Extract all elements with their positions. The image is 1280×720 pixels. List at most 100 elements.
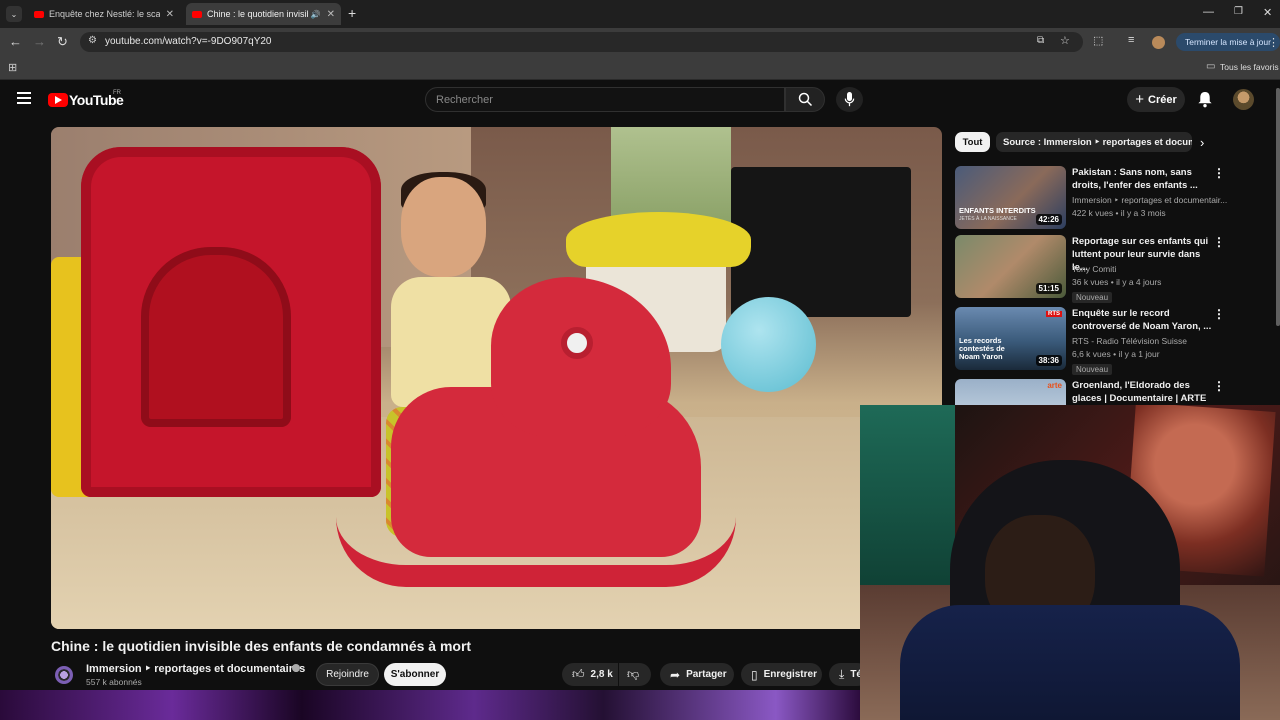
recommendation-channel[interactable]: Immersion ‣ reportages et documentair...	[1072, 195, 1227, 206]
audio-playing-icon[interactable]: 🔊	[311, 10, 321, 19]
like-button[interactable]: 👍︎ 2,8 k	[562, 663, 618, 686]
save-icon: ▯	[751, 667, 758, 682]
rts-logo: RTS	[1046, 311, 1062, 317]
new-tab-icon[interactable]: +	[348, 5, 356, 21]
user-avatar[interactable]	[1233, 89, 1254, 110]
scrollbar[interactable]	[1276, 88, 1280, 326]
arte-logo: arte	[1047, 381, 1062, 390]
channel-avatar[interactable]	[55, 666, 73, 684]
more-vert-icon[interactable]: ⋮	[1213, 379, 1225, 393]
create-label: Créer	[1148, 93, 1177, 106]
video-frame-child-head	[401, 177, 486, 277]
youtube-favicon-icon	[34, 10, 44, 18]
recommendation-item[interactable]: Les records contestés de Noam Yaron RTS …	[955, 307, 1265, 375]
recommendation-title[interactable]: Pakistan : Sans nom, sans droits, l'enfe…	[1072, 166, 1212, 192]
folder-icon: ▭	[1206, 61, 1216, 72]
recommendation-meta: 6,6 k vues • il y a 1 jour	[1072, 349, 1160, 359]
tab-title: Enquête chez Nestlé: le scandale	[49, 9, 160, 19]
browser-menu-icon[interactable]: ⋮	[1268, 36, 1279, 49]
desktop-background-strip	[0, 690, 862, 720]
share-icon: ➦	[670, 667, 681, 682]
reload-icon[interactable]: ↻	[57, 34, 68, 50]
webcam-overlay	[860, 405, 1280, 720]
back-icon[interactable]: ←	[9, 34, 22, 49]
create-button[interactable]: + Créer	[1127, 87, 1185, 112]
close-tab-icon[interactable]: ✕	[327, 9, 335, 20]
recommendation-item[interactable]: 51:15 Reportage sur ces enfants qui lutt…	[955, 235, 1265, 303]
address-bar[interactable]: ⚙ youtube.com/watch?v=-9DO907qY20 ⧉ ☆	[80, 32, 1083, 52]
video-frame-stool-top	[566, 212, 751, 267]
minimize-icon[interactable]: —	[1203, 6, 1214, 18]
voice-search-button[interactable]	[836, 87, 863, 112]
video-frame-ball	[721, 297, 816, 392]
all-bookmarks-link[interactable]: Tous les favoris	[1220, 62, 1279, 72]
download-icon: ⤓	[839, 667, 845, 681]
webcam-shirt	[900, 605, 1240, 720]
more-vert-icon[interactable]: ⋮	[1213, 166, 1225, 180]
bell-icon[interactable]	[1197, 91, 1213, 108]
save-label: Enregistrer	[763, 669, 817, 680]
forward-icon[interactable]: →	[33, 34, 46, 49]
subscriber-count: 557 k abonnés	[86, 677, 142, 687]
youtube-favicon-icon	[192, 10, 202, 18]
join-button[interactable]: Rejoindre	[316, 663, 379, 686]
webcam-curtain	[860, 405, 955, 595]
chevron-right-icon[interactable]: ›	[1200, 135, 1204, 150]
share-button[interactable]: ➦ Partager	[660, 663, 734, 686]
thumbnail-text: ENFANTS INTERDITS	[959, 206, 1036, 215]
url-text[interactable]: youtube.com/watch?v=-9DO907qY20	[105, 36, 272, 47]
chip-source[interactable]: Source : Immersion ‣ reportages et docum…	[996, 132, 1192, 152]
close-tab-icon[interactable]: ✕	[166, 9, 174, 20]
tab-nestle[interactable]: Enquête chez Nestlé: le scandale ✕	[28, 3, 180, 25]
maximize-icon[interactable]: ❐	[1234, 6, 1243, 17]
like-count: 2,8 k	[590, 669, 613, 680]
reading-list-icon[interactable]: ≡	[1128, 34, 1134, 46]
recommendation-channel[interactable]: Tony Comiti	[1072, 264, 1227, 274]
menu-icon[interactable]	[17, 92, 31, 104]
recommendation-title[interactable]: Groenland, l'Eldorado des glaces | Docum…	[1072, 379, 1212, 405]
bookmarks-bar: ⊞ ▭	[0, 56, 1280, 80]
more-vert-icon[interactable]: ⋮	[1213, 235, 1225, 249]
verified-icon	[292, 664, 300, 672]
browser-tab-bar: ⌄ Enquête chez Nestlé: le scandale ✕ Chi…	[0, 0, 1280, 28]
video-thumbnail[interactable]: Les records contestés de Noam Yaron RTS …	[955, 307, 1066, 370]
tab-chine[interactable]: Chine : le quotidien invisible des 🔊 ✕	[186, 3, 341, 25]
browser-toolbar: ← → ↻ ⚙ youtube.com/watch?v=-9DO907qY20 …	[0, 28, 1280, 56]
video-frame-horse-eye	[561, 327, 593, 359]
new-badge: Nouveau	[1072, 292, 1113, 303]
tab-list-button[interactable]: ⌄	[6, 6, 22, 22]
profile-avatar-icon[interactable]	[1152, 36, 1165, 49]
video-thumbnail[interactable]: ENFANTS INTERDITS JETÉS À LA NAISSANCE 4…	[955, 166, 1066, 229]
recommendation-meta: 422 k vues • il y a 3 mois	[1072, 208, 1166, 218]
thumbnail-subtext: JETÉS À LA NAISSANCE	[959, 216, 1017, 222]
more-vert-icon[interactable]: ⋮	[1213, 307, 1225, 321]
window-close-icon[interactable]: ✕	[1263, 6, 1272, 19]
recommendation-item[interactable]: ENFANTS INTERDITS JETÉS À LA NAISSANCE 4…	[955, 166, 1265, 230]
recommendation-title[interactable]: Enquête sur le record controversé de Noa…	[1072, 307, 1212, 333]
video-thumbnail[interactable]: 51:15	[955, 235, 1066, 298]
play-triangle-icon	[55, 96, 62, 104]
share-label: Partager	[686, 669, 727, 680]
region-code: FR	[113, 90, 121, 96]
update-browser-button[interactable]: Terminer la mise à jour	[1176, 33, 1280, 51]
subscribe-button[interactable]: S'abonner	[384, 663, 446, 686]
extensions-icon[interactable]: ⬚	[1093, 34, 1103, 47]
recommendation-channel[interactable]: RTS - Radio Télévision Suisse	[1072, 336, 1227, 346]
install-app-icon[interactable]: ⧉	[1037, 35, 1044, 46]
video-title: Chine : le quotidien invisible des enfan…	[51, 638, 472, 654]
save-button[interactable]: ▯ Enregistrer	[741, 663, 822, 686]
video-frame-playhouse	[81, 147, 381, 497]
recommendation-meta: 36 k vues • il y a 4 jours	[1072, 277, 1162, 287]
apps-grid-icon[interactable]: ⊞	[8, 61, 17, 74]
search-input[interactable]	[425, 87, 785, 112]
like-icon: 👍︎	[572, 667, 585, 681]
bookmark-star-icon[interactable]: ☆	[1060, 34, 1070, 47]
chip-all[interactable]: Tout	[955, 132, 990, 152]
video-frame-piano	[731, 167, 911, 317]
tab-title: Chine : le quotidien invisible des	[207, 9, 308, 19]
site-info-icon[interactable]: ⚙	[88, 35, 97, 46]
dislike-button[interactable]: 👎︎	[619, 663, 651, 686]
channel-name[interactable]: Immersion ‣ reportages et documentaires	[86, 662, 305, 675]
video-player[interactable]	[51, 127, 942, 629]
search-button[interactable]	[785, 87, 825, 112]
